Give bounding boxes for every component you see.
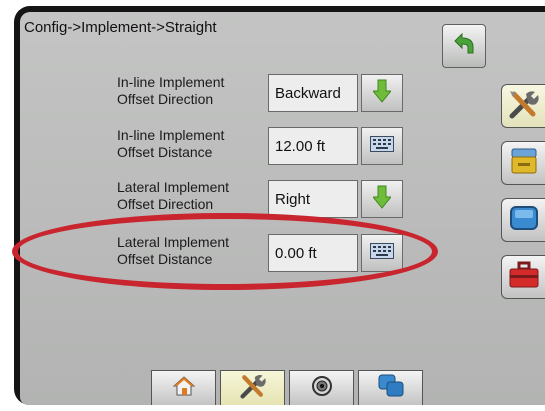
gps-icon (310, 374, 334, 403)
inline-offset-distance-label: In-line Implement Offset Distance (117, 127, 225, 160)
lateral-offset-direction-dropdown-button[interactable] (361, 180, 403, 218)
breadcrumb: Config->Implement->Straight (24, 19, 217, 36)
bottom-tab-gps[interactable] (289, 370, 354, 405)
tools-icon (238, 373, 268, 404)
inline-offset-direction-value[interactable]: Backward (268, 74, 358, 112)
lateral-offset-direction-label: Lateral Implement Offset Direction (117, 179, 230, 212)
tools-icon (507, 89, 541, 124)
keyboard-icon (370, 135, 394, 157)
inline-offset-direction-label: In-line Implement Offset Direction (117, 74, 225, 107)
inline-offset-distance-value[interactable]: 12.00 ft (268, 127, 358, 165)
highlight-ellipse (12, 213, 438, 290)
down-arrow-icon (371, 185, 393, 214)
side-tab-toolbox[interactable] (501, 255, 545, 299)
display-icon (509, 205, 539, 236)
toolbox-icon (508, 261, 540, 294)
inline-offset-direction-dropdown-button[interactable] (361, 74, 403, 112)
bottom-tab-home[interactable] (151, 370, 216, 405)
bottom-tab-bar (151, 370, 425, 405)
bottom-tab-guidance[interactable] (358, 370, 423, 405)
inline-offset-distance-keyboard-button[interactable] (361, 127, 403, 165)
side-tab-console[interactable] (501, 141, 545, 185)
bottom-tab-tools[interactable] (220, 370, 285, 405)
guidance-icon (377, 373, 405, 404)
back-button[interactable] (442, 24, 486, 68)
side-tab-tools[interactable] (501, 84, 545, 128)
down-arrow-icon (371, 79, 393, 108)
lateral-offset-direction-value[interactable]: Right (268, 180, 358, 218)
console-icon (509, 146, 539, 181)
side-tab-display[interactable] (501, 198, 545, 242)
home-icon (172, 375, 196, 402)
back-arrow-icon (451, 32, 477, 60)
screen: Config->Implement->Straight In-line Impl… (20, 12, 545, 405)
